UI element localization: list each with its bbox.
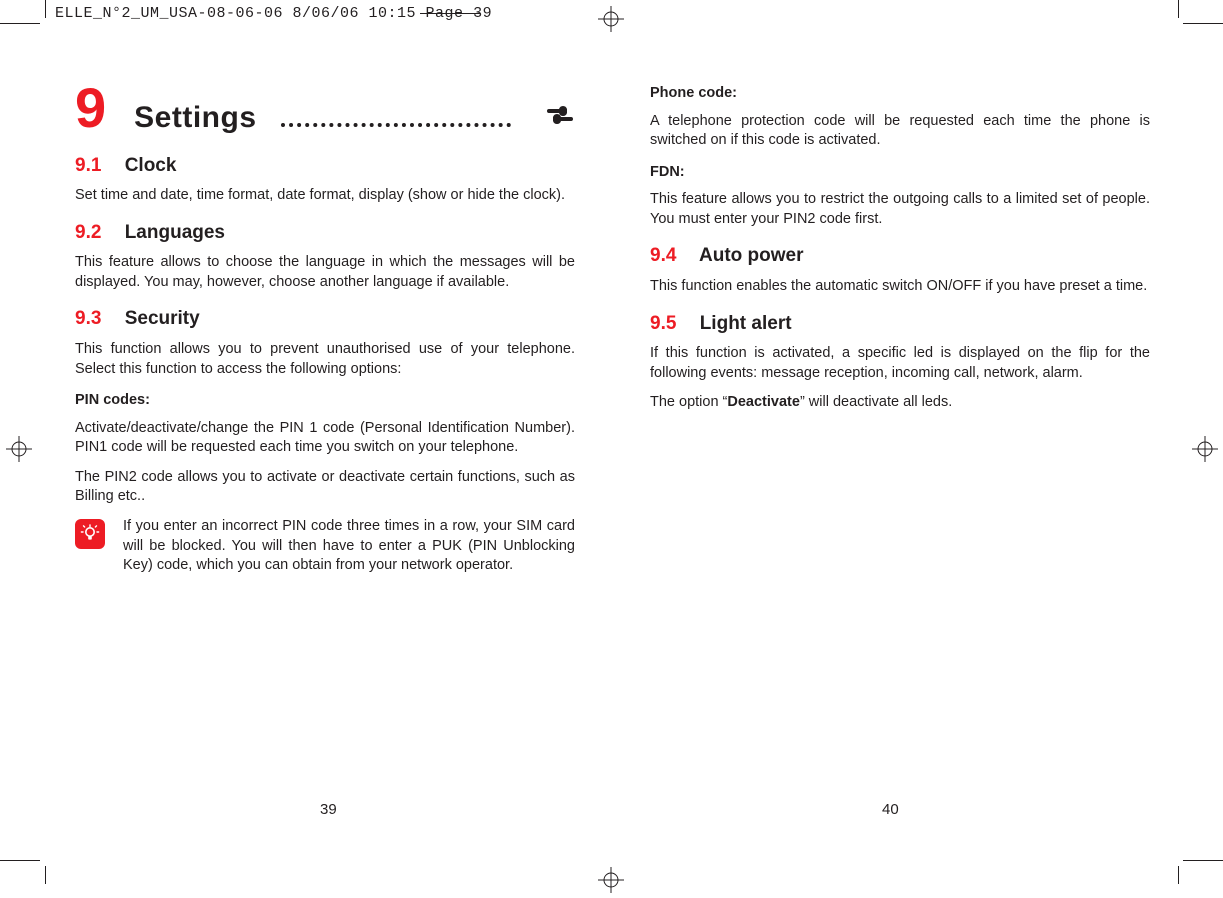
section-title: Languages xyxy=(125,222,225,243)
section-9-2: 9.2 Languages xyxy=(75,220,575,246)
chapter-title: Settings xyxy=(134,98,256,139)
section-9-1: 9.1 Clock xyxy=(75,153,575,179)
note-block: If you enter an incorrect PIN code three… xyxy=(75,517,575,576)
registration-mark-icon xyxy=(598,6,624,32)
page-number-right: 40 xyxy=(882,800,899,820)
subheading-phone-code: Phone code: xyxy=(650,84,1150,104)
print-slug-rule xyxy=(420,13,480,14)
settings-spanner-icon xyxy=(545,103,575,127)
crop-mark xyxy=(45,866,46,884)
registration-mark-icon xyxy=(598,867,624,893)
note-text: If you enter an incorrect PIN code three… xyxy=(123,517,575,576)
body-text: This function allows you to prevent unau… xyxy=(75,340,575,379)
page-left: 9 Settings 9.1 Clock Set time and date, … xyxy=(75,80,575,576)
text-bold: Deactivate xyxy=(727,394,800,410)
body-text: The PIN2 code allows you to activate or … xyxy=(75,468,575,507)
chapter-heading: 9 Settings xyxy=(75,80,575,139)
lightbulb-icon xyxy=(75,519,105,549)
body-text: This function enables the automatic swit… xyxy=(650,277,1150,297)
page-number-left: 39 xyxy=(320,800,337,820)
section-title: Clock xyxy=(125,155,177,176)
section-number: 9.4 xyxy=(650,245,676,266)
body-text: This feature allows to choose the langua… xyxy=(75,253,575,292)
section-9-5: 9.5 Light alert xyxy=(650,311,1150,337)
crop-mark xyxy=(1178,866,1179,884)
body-text: The option “Deactivate” will deactivate … xyxy=(650,393,1150,413)
section-title: Light alert xyxy=(700,313,792,334)
crop-mark xyxy=(1183,23,1223,24)
crop-mark xyxy=(1178,0,1179,18)
crop-mark xyxy=(0,23,40,24)
registration-mark-icon xyxy=(6,436,32,462)
print-slug: ELLE_N°2_UM_USA-08-06-06 8/06/06 10:15 P… xyxy=(55,4,492,24)
body-text: This feature allows you to restrict the … xyxy=(650,190,1150,229)
section-number: 9.3 xyxy=(75,308,101,329)
subheading-fdn: FDN: xyxy=(650,163,1150,183)
crop-mark xyxy=(0,860,40,861)
body-text: If this function is activated, a specifi… xyxy=(650,344,1150,383)
subheading-pin-codes: PIN codes: xyxy=(75,391,575,411)
crop-mark xyxy=(45,0,46,18)
section-9-4: 9.4 Auto power xyxy=(650,243,1150,269)
dot-leader xyxy=(281,123,511,127)
crop-mark xyxy=(1183,860,1223,861)
registration-mark-icon xyxy=(1192,436,1218,462)
body-text: A telephone protection code will be requ… xyxy=(650,112,1150,151)
page-right: Phone code: A telephone protection code … xyxy=(650,80,1150,576)
text-fragment: The option “ xyxy=(650,394,727,410)
section-9-3: 9.3 Security xyxy=(75,306,575,332)
section-title: Auto power xyxy=(699,245,804,266)
section-number: 9.2 xyxy=(75,222,101,243)
body-text: Set time and date, time format, date for… xyxy=(75,186,575,206)
section-title: Security xyxy=(125,308,200,329)
section-number: 9.1 xyxy=(75,155,101,176)
body-text: Activate/deactivate/change the PIN 1 cod… xyxy=(75,419,575,458)
chapter-number: 9 xyxy=(75,80,106,136)
section-number: 9.5 xyxy=(650,313,676,334)
text-fragment: ” will deactivate all leds. xyxy=(800,394,952,410)
